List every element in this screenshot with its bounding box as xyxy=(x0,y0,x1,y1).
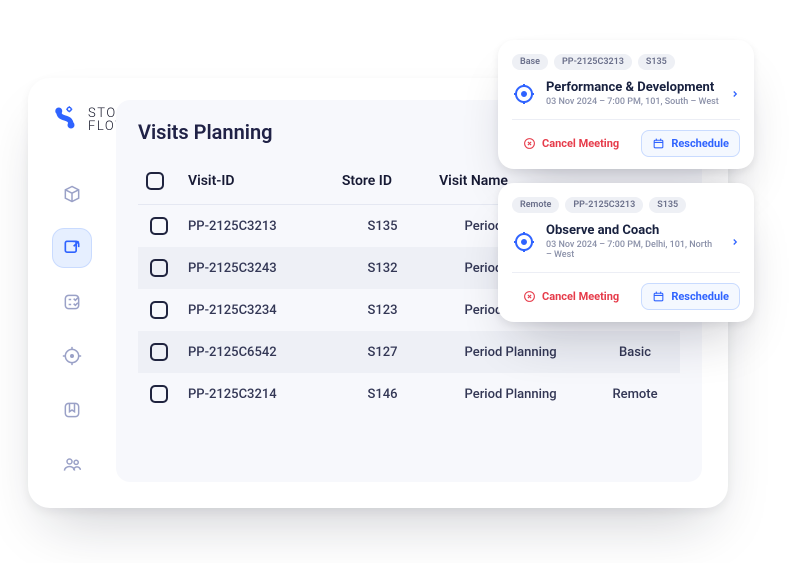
header-checkbox-cell xyxy=(138,162,180,205)
row-checkbox-cell xyxy=(138,289,180,331)
nav-team[interactable] xyxy=(52,444,92,484)
meeting-pill: S135 xyxy=(638,54,675,70)
reschedule-button[interactable]: Reschedule xyxy=(641,283,740,310)
card-actions: Cancel Meeting Reschedule xyxy=(512,272,740,310)
meeting-row[interactable]: Performance & Development 03 Nov 2024 – 7… xyxy=(512,80,740,107)
row-checkbox-cell xyxy=(138,205,180,248)
meeting-cards: Base PP-2125C3213 S135 Performance & Develo… xyxy=(498,40,754,322)
row-checkbox-cell xyxy=(138,331,180,373)
row-checkbox-cell xyxy=(138,373,180,415)
select-all-checkbox[interactable] xyxy=(146,172,164,190)
cell-visit-id: PP-2125C3214 xyxy=(180,373,334,415)
cell-visit-id: PP-2125C3243 xyxy=(180,247,334,289)
reschedule-label: Reschedule xyxy=(671,137,729,150)
row-checkbox[interactable] xyxy=(150,301,168,319)
nav-packages[interactable] xyxy=(52,174,92,214)
cancel-meeting-button[interactable]: Cancel Meeting xyxy=(512,130,630,157)
cancel-label: Cancel Meeting xyxy=(542,290,619,303)
chevron-right-icon xyxy=(730,232,740,251)
nav-tasks[interactable] xyxy=(52,282,92,322)
meeting-title: Performance & Development xyxy=(546,80,719,95)
cell-store-id: S123 xyxy=(334,289,431,331)
pill-row: Remote PP-2125C3213 S135 xyxy=(512,197,740,213)
cell-store-id: S127 xyxy=(334,331,431,373)
table-row[interactable]: PP-2125C3214S146Period PlanningRemote xyxy=(138,373,680,415)
nav-bookmark[interactable] xyxy=(52,390,92,430)
meeting-card: Base PP-2125C3213 S135 Performance & Develo… xyxy=(498,40,754,169)
row-checkbox[interactable] xyxy=(150,343,168,361)
cell-visit-id: PP-2125C3234 xyxy=(180,289,334,331)
reschedule-button[interactable]: Reschedule xyxy=(641,130,740,157)
cell-store-id: S132 xyxy=(334,247,431,289)
meeting-pill: PP-2125C3213 xyxy=(554,54,632,70)
cell-visit-type: Basic xyxy=(590,331,680,373)
cell-store-id: S135 xyxy=(334,205,431,248)
cell-store-id: S146 xyxy=(334,373,431,415)
meeting-pill: Base xyxy=(512,54,548,70)
sidebar: STORE FLOW xyxy=(28,78,110,508)
meeting-card: Remote PP-2125C3213 S135 Observe and Coach 0… xyxy=(498,183,754,322)
meeting-pill: Remote xyxy=(512,197,559,213)
card-actions: Cancel Meeting Reschedule xyxy=(512,119,740,157)
cell-visit-id: PP-2125C6542 xyxy=(180,331,334,373)
nav-target[interactable] xyxy=(52,336,92,376)
location-icon xyxy=(512,230,536,254)
cell-visit-name: Period Planning xyxy=(431,331,590,373)
table-row[interactable]: PP-2125C6542S127Period PlanningBasic xyxy=(138,331,680,373)
nav-visits[interactable] xyxy=(52,228,92,268)
cell-visit-type: Remote xyxy=(590,373,680,415)
chevron-right-icon xyxy=(730,84,740,103)
row-checkbox[interactable] xyxy=(150,217,168,235)
cancel-meeting-button[interactable]: Cancel Meeting xyxy=(512,283,630,310)
row-checkbox[interactable] xyxy=(150,385,168,403)
header-store-id: Store ID xyxy=(334,162,431,205)
cancel-label: Cancel Meeting xyxy=(542,137,619,150)
meeting-row[interactable]: Observe and Coach 03 Nov 2024 – 7:00 PM, … xyxy=(512,223,740,260)
cell-visit-name: Period Planning xyxy=(431,373,590,415)
location-icon xyxy=(512,82,536,106)
row-checkbox[interactable] xyxy=(150,259,168,277)
header-visit-id: Visit-ID xyxy=(180,162,334,205)
meeting-pill: PP-2125C3213 xyxy=(565,197,643,213)
meeting-subtitle: 03 Nov 2024 – 7:00 PM, 101, South – West xyxy=(546,97,719,107)
row-checkbox-cell xyxy=(138,247,180,289)
pill-row: Base PP-2125C3213 S135 xyxy=(512,54,740,70)
nav xyxy=(50,174,94,484)
reschedule-label: Reschedule xyxy=(671,290,729,303)
cell-visit-id: PP-2125C3213 xyxy=(180,205,334,248)
logo-icon xyxy=(50,104,78,136)
meeting-subtitle: 03 Nov 2024 – 7:00 PM, Delhi, 101, North… xyxy=(546,240,720,260)
meeting-title: Observe and Coach xyxy=(546,223,720,238)
meeting-pill: S135 xyxy=(649,197,686,213)
